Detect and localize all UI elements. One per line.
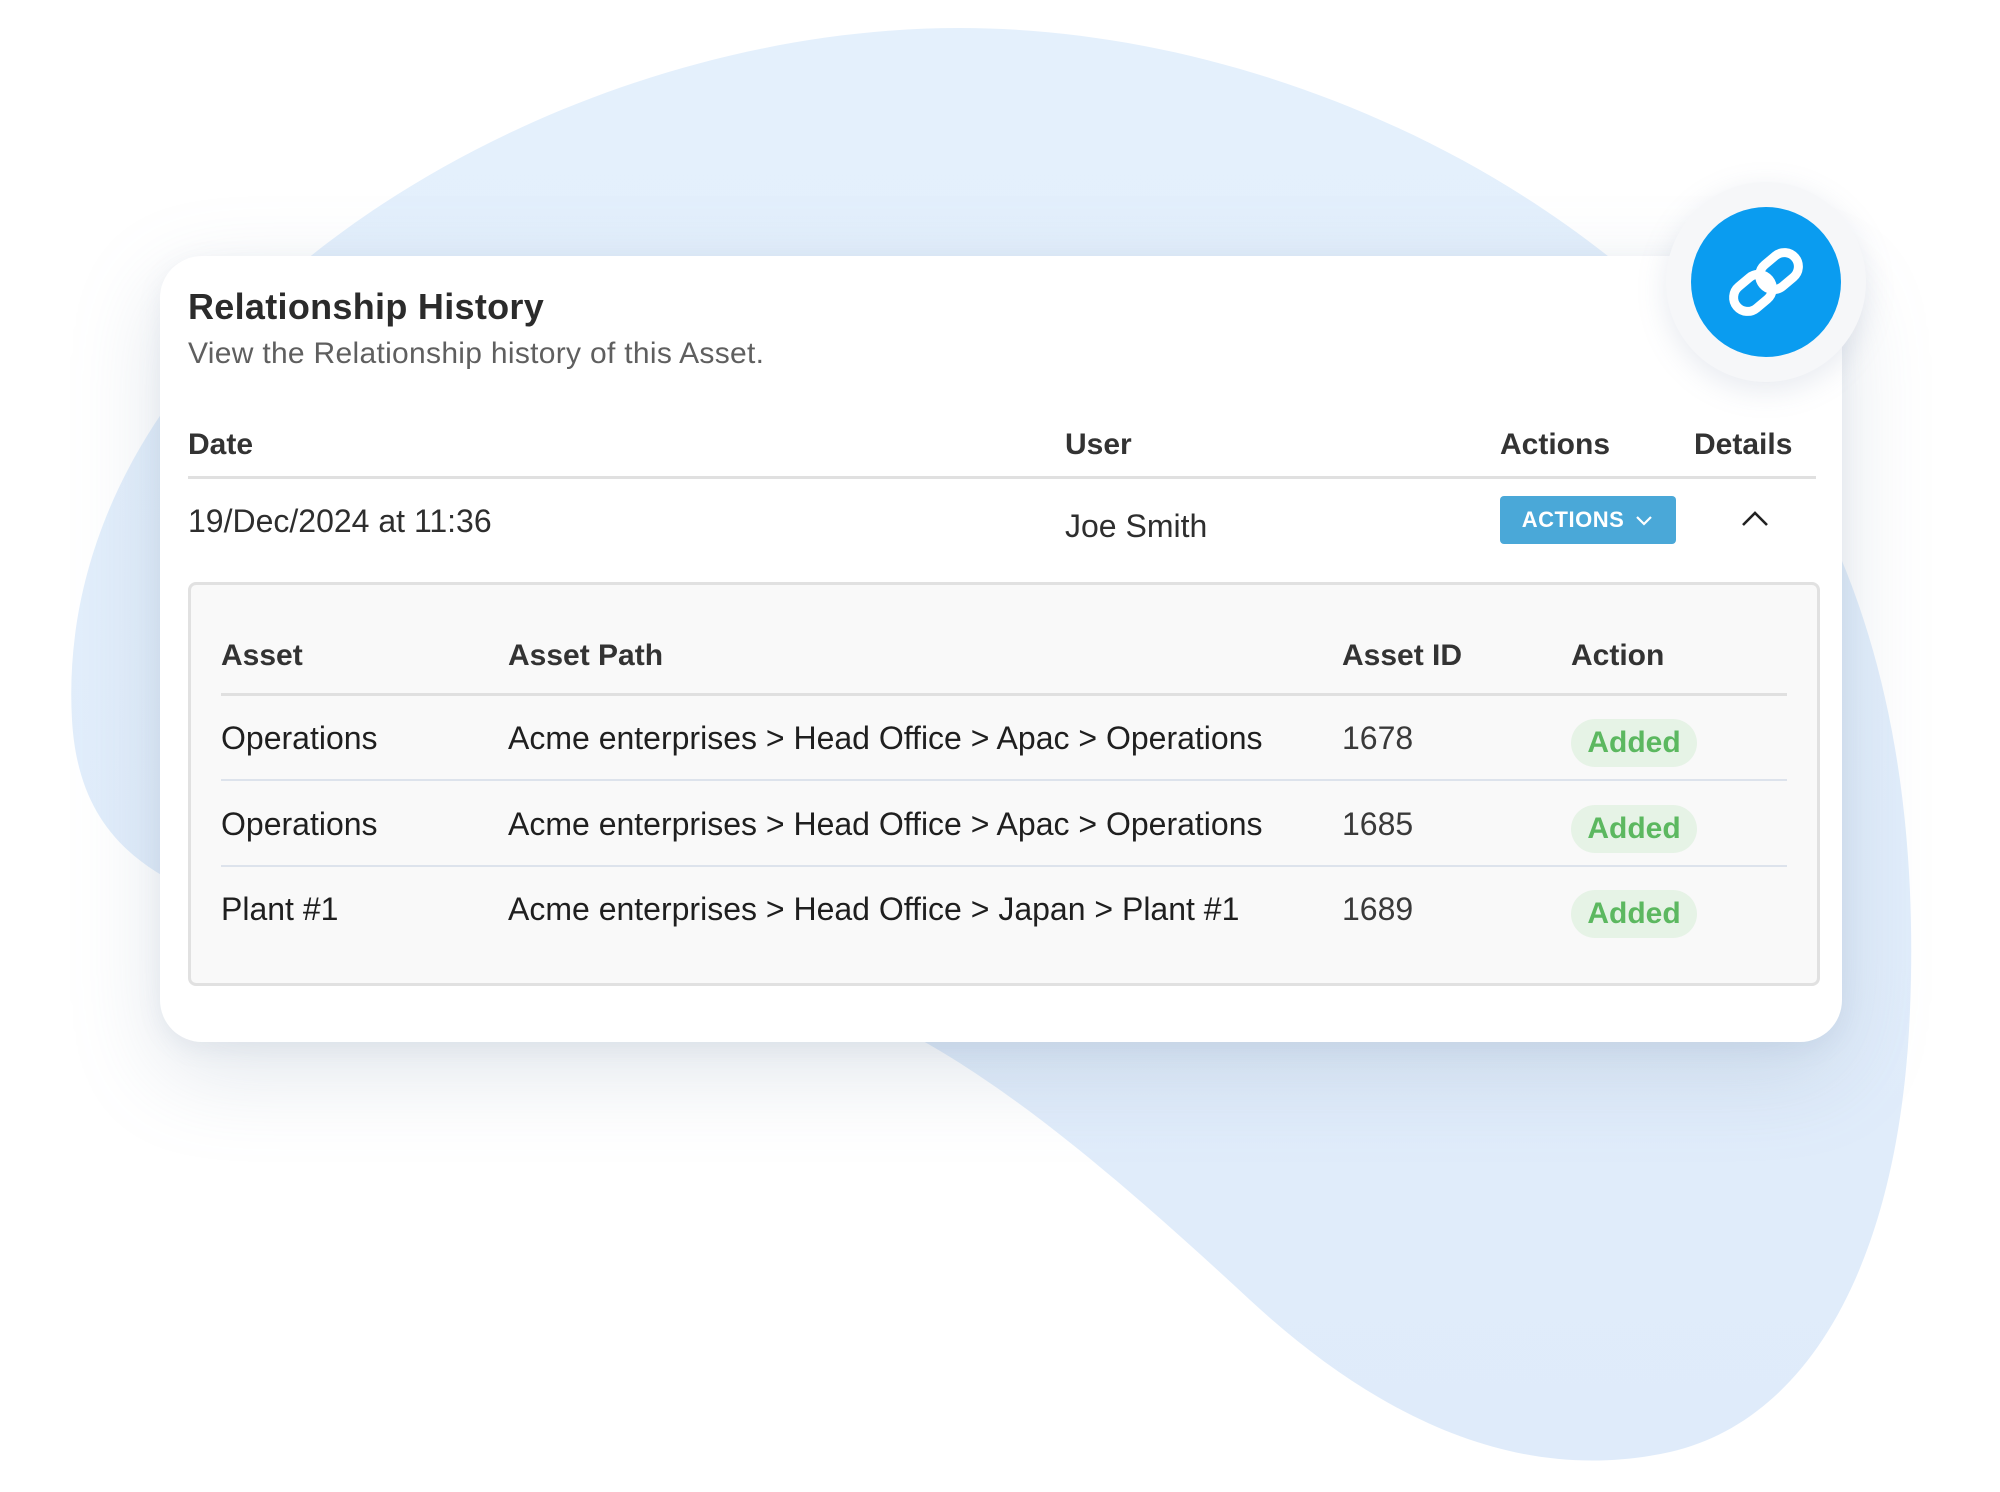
chevron-up-icon[interactable] <box>1738 504 1772 534</box>
column-header-asset-id: Asset ID <box>1342 639 1463 672</box>
table-row-asset-path: Acme enterprises > Head Office > Apac > … <box>508 806 1263 842</box>
status-badge: Added <box>1571 719 1697 767</box>
relationship-history-card: Relationship History View the Relationsh… <box>160 256 1842 1042</box>
status-badge: Added <box>1571 805 1697 853</box>
history-user: Joe Smith <box>1065 508 1208 544</box>
row-divider <box>221 865 1787 867</box>
page-background: Relationship History View the Relationsh… <box>0 0 2000 1492</box>
table-row-asset: Operations <box>221 720 378 756</box>
table-row-asset: Operations <box>221 806 378 842</box>
card-subtitle: View the Relationship history of this As… <box>188 337 765 370</box>
column-header-asset: Asset <box>221 639 303 672</box>
table-row-asset-id: 1685 <box>1342 806 1414 842</box>
details-panel: Asset Asset Path Asset ID Action Operati… <box>188 582 1820 986</box>
row-divider <box>221 779 1787 781</box>
actions-button-label: ACTIONS <box>1521 507 1625 532</box>
column-header-details: Details <box>1694 428 1793 461</box>
card-title: Relationship History <box>188 286 545 327</box>
table-row-asset-id: 1678 <box>1342 720 1414 756</box>
actions-dropdown-button[interactable]: ACTIONS <box>1500 496 1676 544</box>
status-badge: Added <box>1571 890 1697 938</box>
column-header-date: Date <box>188 428 254 461</box>
link-icon <box>1729 248 1803 316</box>
chevron-down-icon <box>1636 516 1653 526</box>
table-row-asset-path: Acme enterprises > Head Office > Japan >… <box>508 891 1240 927</box>
column-header-actions: Actions <box>1500 428 1611 461</box>
table-row-asset-id: 1689 <box>1342 891 1414 927</box>
history-date: 19/Dec/2024 at 11:36 <box>188 503 492 539</box>
column-header-action: Action <box>1571 639 1665 672</box>
details-header-divider <box>221 693 1787 696</box>
table-row-asset: Plant #1 <box>221 891 339 927</box>
link-badge <box>1691 207 1841 357</box>
column-header-user: User <box>1065 428 1132 461</box>
column-header-asset-path: Asset Path <box>508 639 664 672</box>
table-row-asset-path: Acme enterprises > Head Office > Apac > … <box>508 720 1263 756</box>
header-divider <box>188 476 1816 479</box>
